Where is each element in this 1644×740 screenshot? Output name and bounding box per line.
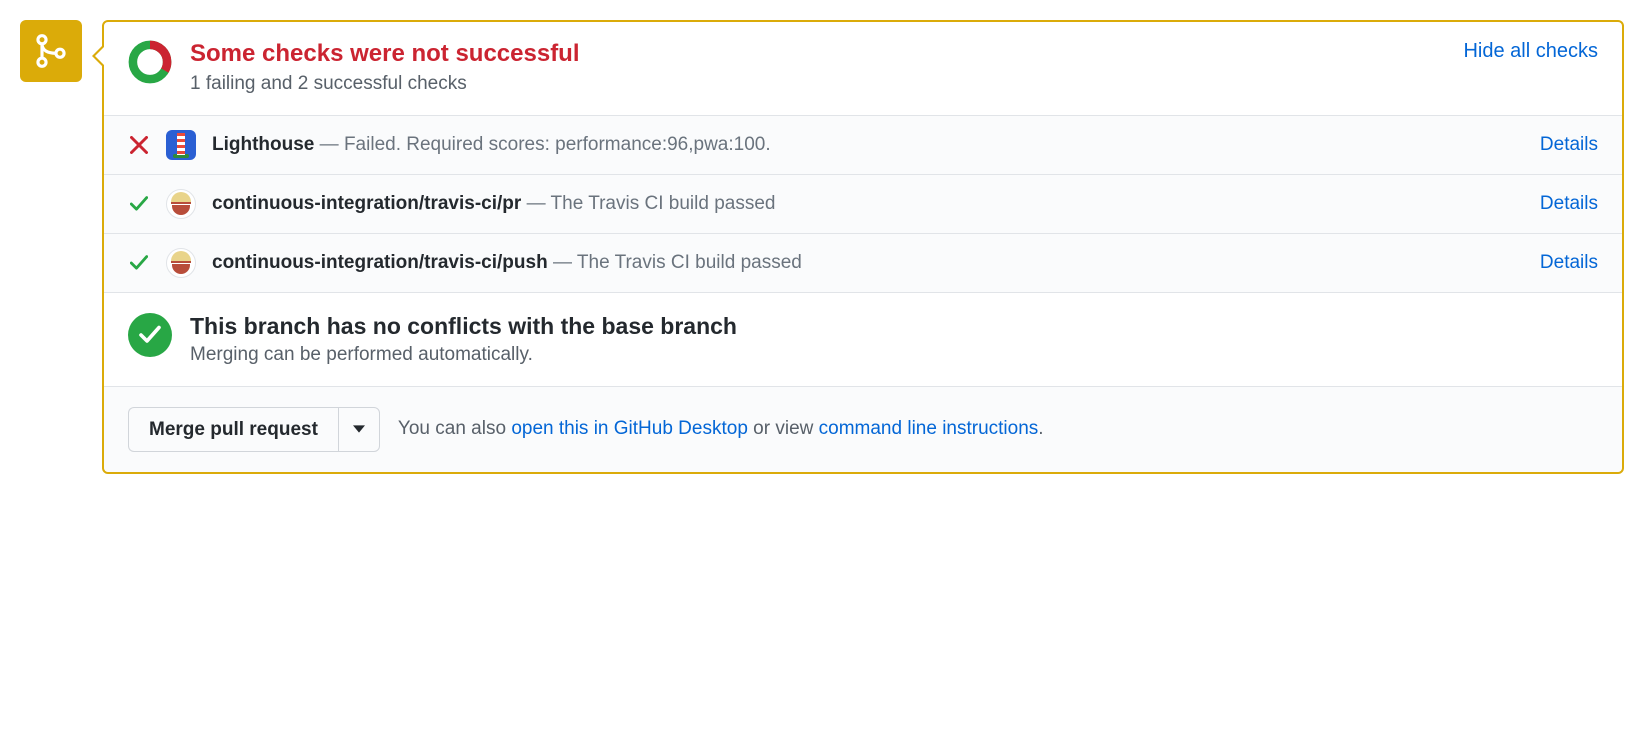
- success-check-icon: [128, 313, 172, 357]
- merge-footer: Merge pull request You can also open thi…: [104, 386, 1622, 472]
- no-conflicts-subtitle: Merging can be performed automatically.: [190, 344, 737, 366]
- merge-help-text: You can also open this in GitHub Desktop…: [398, 418, 1044, 440]
- status-title: Some checks were not successful: [190, 40, 1445, 69]
- merge-badge-icon: [20, 20, 82, 82]
- check-name: continuous-integration/travis-ci/pr: [212, 193, 521, 214]
- check-message: The Travis CI build passed: [551, 193, 776, 214]
- details-link[interactable]: Details: [1540, 134, 1598, 156]
- check-row: continuous-integration/travis-ci/push — …: [104, 233, 1622, 292]
- details-link[interactable]: Details: [1540, 193, 1598, 215]
- no-conflicts-section: This branch has no conflicts with the ba…: [104, 292, 1622, 386]
- lighthouse-avatar-icon: [166, 130, 196, 160]
- check-row: Lighthouse — Failed. Required scores: pe…: [104, 115, 1622, 174]
- check-icon: [128, 195, 150, 213]
- check-message: Failed. Required scores: performance:96,…: [344, 134, 771, 155]
- travis-avatar-icon: [166, 248, 196, 278]
- checks-list: Lighthouse — Failed. Required scores: pe…: [104, 115, 1622, 292]
- merge-dropdown-button[interactable]: [338, 407, 380, 452]
- travis-avatar-icon: [166, 189, 196, 219]
- no-conflicts-title: This branch has no conflicts with the ba…: [190, 313, 737, 340]
- caret-down-icon: [353, 425, 365, 433]
- checks-donut-icon: [128, 40, 172, 84]
- open-github-desktop-link[interactable]: open this in GitHub Desktop: [511, 418, 748, 439]
- checks-panel: Some checks were not successful 1 failin…: [102, 20, 1624, 474]
- merge-button-group: Merge pull request: [128, 407, 380, 452]
- x-icon: [128, 136, 150, 154]
- footer-text-mid: or view: [748, 418, 819, 439]
- footer-text-prefix: You can also: [398, 418, 511, 439]
- merge-pull-request-button[interactable]: Merge pull request: [128, 407, 338, 452]
- command-line-instructions-link[interactable]: command line instructions: [819, 418, 1039, 439]
- check-name: continuous-integration/travis-ci/push: [212, 252, 548, 273]
- check-separator: —: [527, 193, 551, 214]
- check-name: Lighthouse: [212, 134, 314, 155]
- hide-all-checks-link[interactable]: Hide all checks: [1463, 40, 1598, 63]
- check-row: continuous-integration/travis-ci/pr — Th…: [104, 174, 1622, 233]
- footer-text-suffix: .: [1038, 418, 1043, 439]
- check-message: The Travis CI build passed: [577, 252, 802, 273]
- details-link[interactable]: Details: [1540, 252, 1598, 274]
- check-separator: —: [320, 134, 344, 155]
- checks-header: Some checks were not successful 1 failin…: [104, 22, 1622, 115]
- status-subtitle: 1 failing and 2 successful checks: [190, 73, 1445, 95]
- check-separator: —: [553, 252, 577, 273]
- check-icon: [128, 254, 150, 272]
